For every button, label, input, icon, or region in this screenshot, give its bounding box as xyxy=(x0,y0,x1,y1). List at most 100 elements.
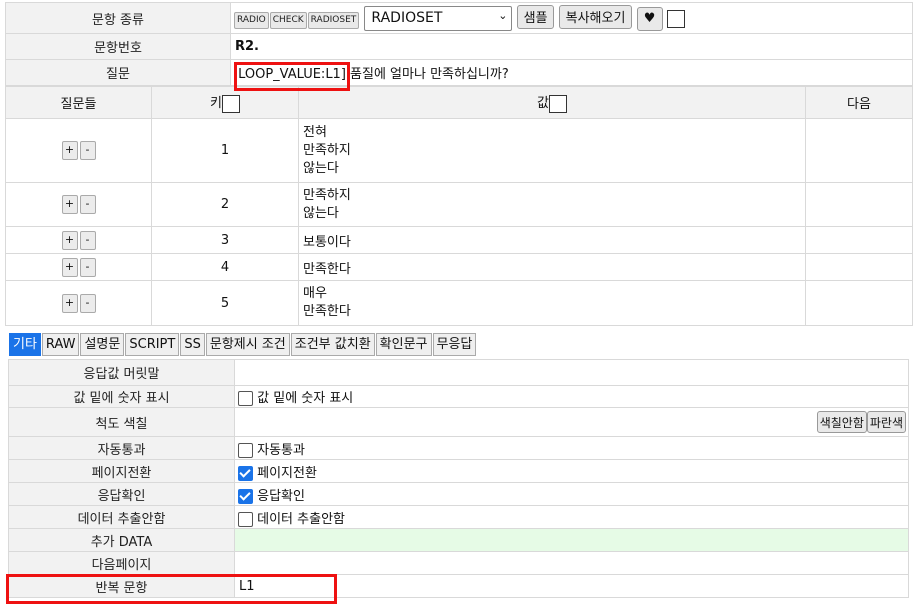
radioset-type-button[interactable]: RADIOSET xyxy=(307,11,360,29)
row-value-line: 만족하지 xyxy=(303,187,351,203)
remove-row-button[interactable]: - xyxy=(79,141,96,160)
prop-label-auto: 자동통과 xyxy=(8,436,235,460)
question-type-cell: RADIO CHECK RADIOSET RADIOSET ⌄ 샘플 복사해오기 ♥ xyxy=(230,2,913,34)
row-value[interactable]: 보통이다 xyxy=(298,226,806,254)
row-controls: + - xyxy=(5,280,152,326)
question-type-label: 문항 종류 xyxy=(5,2,231,34)
prop-header-input[interactable] xyxy=(234,359,909,386)
table-row: + - 1 전혀 만족하지 않는다 xyxy=(5,118,913,183)
row-value[interactable]: 만족하지 않는다 xyxy=(298,182,806,227)
number-under-value-checkbox[interactable] xyxy=(238,391,253,406)
question-type-select-value: RADIOSET xyxy=(371,10,443,27)
col-value-header: 값 xyxy=(298,86,806,119)
add-row-button[interactable]: + xyxy=(61,230,78,250)
row-value-line: 않는다 xyxy=(303,160,339,176)
tab-display-condition[interactable]: 문항제시 조건 xyxy=(205,333,290,356)
check-type-button[interactable]: CHECK xyxy=(269,11,307,29)
add-row-button[interactable]: + xyxy=(61,195,78,214)
prop-extract-cell: 데이터 추출안함 xyxy=(234,505,909,529)
page-break-checkbox[interactable] xyxy=(238,465,253,481)
add-row-button[interactable]: + xyxy=(61,293,78,313)
auto-pass-checkbox[interactable] xyxy=(238,442,253,458)
col-key-label: 키 xyxy=(210,96,222,112)
response-confirm-checkbox[interactable] xyxy=(238,488,253,504)
repeat-question-highlight xyxy=(6,574,337,604)
row-key[interactable]: 5 xyxy=(151,280,299,326)
prop-label-nextpage: 다음페이지 xyxy=(8,551,235,575)
row-next[interactable] xyxy=(805,280,913,326)
row-next[interactable] xyxy=(805,253,913,281)
question-type-select[interactable]: RADIOSET ⌄ xyxy=(364,6,513,32)
remove-row-button[interactable]: - xyxy=(79,195,96,214)
radio-type-button[interactable]: RADIO xyxy=(234,11,269,29)
heart-button[interactable]: ♥ xyxy=(636,6,663,31)
blue-color-button[interactable]: 파란색 xyxy=(866,411,906,433)
tab-etc[interactable]: 기타 xyxy=(9,333,41,356)
chevron-down-icon: ⌄ xyxy=(498,9,508,23)
prop-label-confirm: 응답확인 xyxy=(8,482,235,506)
question-text-label: 질문 xyxy=(5,59,231,86)
next-page-input[interactable] xyxy=(234,551,909,575)
sample-button[interactable]: 샘플 xyxy=(516,4,555,29)
row-key[interactable]: 1 xyxy=(151,118,299,183)
properties-table: 응답값 머릿말 값 밑에 숫자 표시 값 밑에 숫자 표시 척도 색칠 색칠안함… xyxy=(8,359,909,598)
row-value[interactable]: 전혀 만족하지 않는다 xyxy=(298,118,806,183)
row-next[interactable] xyxy=(805,118,913,183)
response-confirm-label: 응답확인 xyxy=(257,488,305,504)
tab-no-response[interactable]: 무응답 xyxy=(432,333,477,356)
number-under-value-label: 값 밑에 숫자 표시 xyxy=(257,391,354,406)
tab-description[interactable]: 설명문 xyxy=(80,333,125,356)
row-value-line: 보통이다 xyxy=(303,234,351,250)
row-key[interactable]: 3 xyxy=(151,226,299,254)
prop-label-header: 응답값 머릿말 xyxy=(8,359,235,386)
row-value[interactable]: 매우 만족한다 xyxy=(298,280,806,326)
row-key[interactable]: 4 xyxy=(151,253,299,281)
key-checkbox[interactable] xyxy=(221,94,240,113)
no-color-button[interactable]: 색칠안함 xyxy=(816,411,867,433)
prop-label-number: 값 밑에 숫자 표시 xyxy=(8,385,235,408)
prop-auto-cell: 자동통과 xyxy=(234,436,909,460)
table-row: + - 3 보통이다 xyxy=(5,226,913,254)
add-row-button[interactable]: + xyxy=(61,257,78,277)
row-controls: + - xyxy=(5,226,152,254)
row-key[interactable]: 2 xyxy=(151,182,299,227)
prop-label-page: 페이지전환 xyxy=(8,459,235,483)
header-checkbox[interactable] xyxy=(666,9,685,28)
row-value-line: 만족한다 xyxy=(303,261,351,277)
add-row-button[interactable]: + xyxy=(61,141,78,160)
col-key-header: 키 xyxy=(151,86,299,119)
table-row: + - 5 매우 만족한다 xyxy=(5,280,913,326)
row-value-line: 않는다 xyxy=(303,205,339,221)
prop-label-extract: 데이터 추출안함 xyxy=(8,505,235,529)
no-extract-checkbox[interactable] xyxy=(238,511,253,527)
tab-ss[interactable]: SS xyxy=(180,333,205,356)
question-header-table: 문항 종류 RADIO CHECK RADIOSET RADIOSET ⌄ 샘플 복… xyxy=(5,2,913,86)
tab-script[interactable]: SCRIPT xyxy=(125,333,180,356)
property-tabs: 기타 RAW 설명문 SCRIPT SS 문항제시 조건 조건부 값치환 확인문구 무응답 xyxy=(9,333,477,356)
copy-from-button[interactable]: 복사해오기 xyxy=(558,4,633,29)
prop-number-cell: 값 밑에 숫자 표시 xyxy=(234,385,909,408)
prop-page-cell: 페이지전환 xyxy=(234,459,909,483)
row-next[interactable] xyxy=(805,182,913,227)
remove-row-button[interactable]: - xyxy=(79,293,96,313)
no-extract-label: 데이터 추출안함 xyxy=(257,511,345,527)
row-next[interactable] xyxy=(805,226,913,254)
auto-pass-label: 자동통과 xyxy=(257,442,305,458)
tab-confirm-text[interactable]: 확인문구 xyxy=(375,333,432,356)
col-questions-header: 질문들 xyxy=(5,86,152,119)
question-id-label: 문항번호 xyxy=(5,33,231,60)
tab-raw[interactable]: RAW xyxy=(41,333,80,356)
value-checkbox[interactable] xyxy=(548,94,567,113)
row-value[interactable]: 만족한다 xyxy=(298,253,806,281)
row-value-line: 전혀 xyxy=(303,124,327,140)
prop-confirm-cell: 응답확인 xyxy=(234,482,909,506)
question-text: 품질에 얼마나 만족하십니까? xyxy=(345,67,509,82)
remove-row-button[interactable]: - xyxy=(79,230,96,250)
extra-data-input[interactable] xyxy=(234,528,909,552)
loop-value-highlight xyxy=(234,62,350,91)
table-row: + - 2 만족하지 않는다 xyxy=(5,182,913,227)
tab-conditional-substitution[interactable]: 조건부 값치환 xyxy=(290,333,375,356)
row-controls: + - xyxy=(5,253,152,281)
prop-label-extra: 추가 DATA xyxy=(8,528,235,552)
remove-row-button[interactable]: - xyxy=(79,257,96,277)
